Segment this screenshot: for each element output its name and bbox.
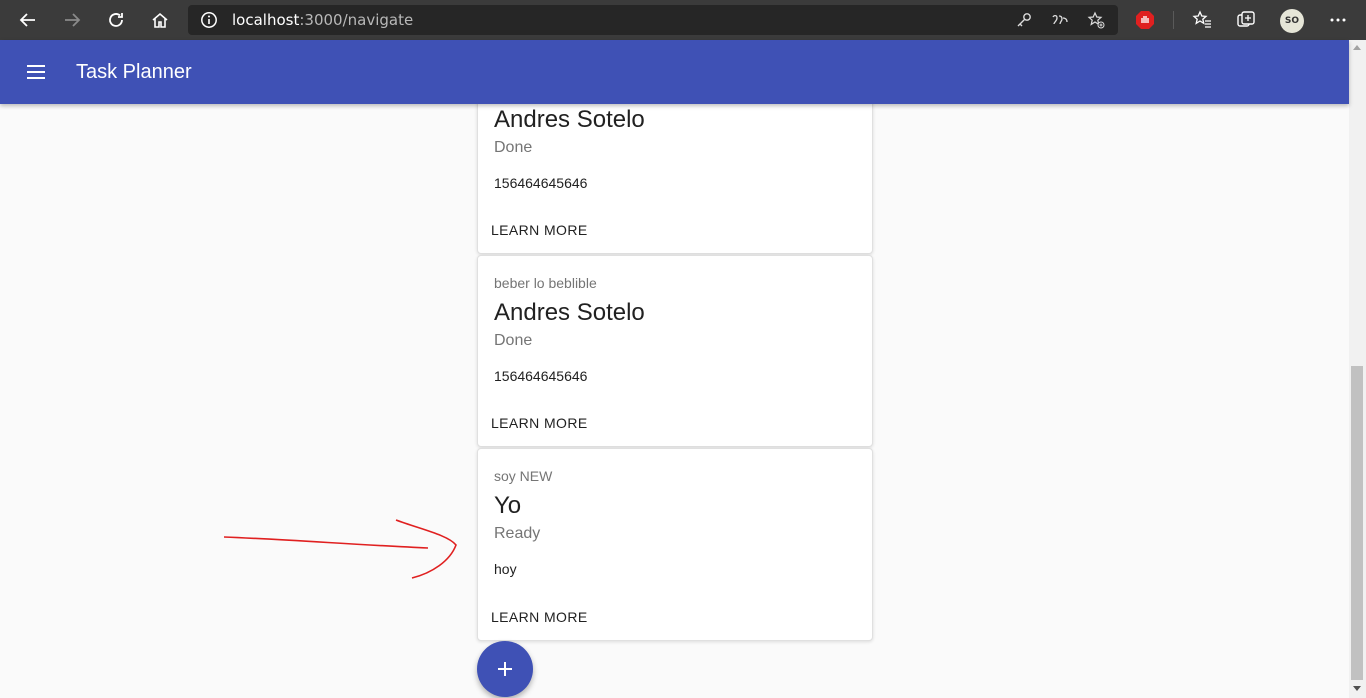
collections-icon[interactable] — [1235, 9, 1257, 31]
task-card: soy NEW Yo Ready hoy LEARN MORE — [477, 448, 873, 641]
learn-more-button[interactable]: LEARN MORE — [491, 609, 588, 625]
add-task-button[interactable] — [477, 641, 533, 697]
translate-icon[interactable] — [1050, 10, 1070, 30]
app-bar: Task Planner — [0, 40, 1349, 104]
favorites-icon[interactable] — [1191, 9, 1213, 31]
key-icon[interactable] — [1014, 10, 1034, 30]
task-status: Done — [494, 332, 533, 349]
scroll-thumb[interactable] — [1351, 366, 1363, 680]
learn-more-button[interactable]: LEARN MORE — [491, 222, 588, 238]
task-description: beber lo beblible — [494, 275, 597, 291]
page-scrollbar[interactable] — [1349, 40, 1366, 698]
plus-icon — [498, 662, 512, 676]
forward-icon[interactable] — [58, 6, 86, 34]
profile-avatar[interactable]: SO — [1280, 9, 1304, 33]
learn-more-button[interactable]: LEARN MORE — [491, 415, 588, 431]
more-icon[interactable] — [1327, 9, 1349, 31]
task-due-date: 156464645646 — [494, 175, 588, 191]
task-card: beber lo beblible Andres Sotelo Done 156… — [477, 255, 873, 447]
extension-stop-icon[interactable] — [1134, 9, 1156, 31]
scroll-down-icon[interactable] — [1353, 686, 1361, 691]
add-favorite-icon[interactable] — [1086, 10, 1106, 30]
menu-icon[interactable] — [22, 58, 50, 86]
task-responsible: Andres Sotelo — [494, 299, 645, 326]
task-description: soy NEW — [494, 468, 553, 484]
url-text[interactable]: localhost:3000/navigate — [232, 11, 413, 29]
url-host: localhost — [232, 11, 300, 29]
browser-toolbar: localhost:3000/navigate SO — [0, 0, 1366, 40]
app-title: Task Planner — [76, 61, 192, 83]
back-icon[interactable] — [14, 6, 42, 34]
site-info-icon[interactable] — [200, 11, 218, 29]
task-status: Ready — [494, 525, 541, 542]
annotation-arrow — [223, 519, 457, 579]
task-status: Done — [494, 139, 533, 156]
task-due-date: hoy — [494, 561, 517, 577]
task-due-date: 156464645646 — [494, 368, 588, 384]
address-bar[interactable]: localhost:3000/navigate — [188, 5, 1118, 35]
url-path: :3000/navigate — [299, 11, 414, 29]
scroll-up-icon[interactable] — [1353, 45, 1361, 50]
task-responsible: Andres Sotelo — [494, 106, 645, 133]
toolbar-separator — [1173, 11, 1174, 29]
task-responsible: Yo — [494, 492, 522, 519]
home-icon[interactable] — [146, 6, 174, 34]
reload-icon[interactable] — [102, 6, 130, 34]
